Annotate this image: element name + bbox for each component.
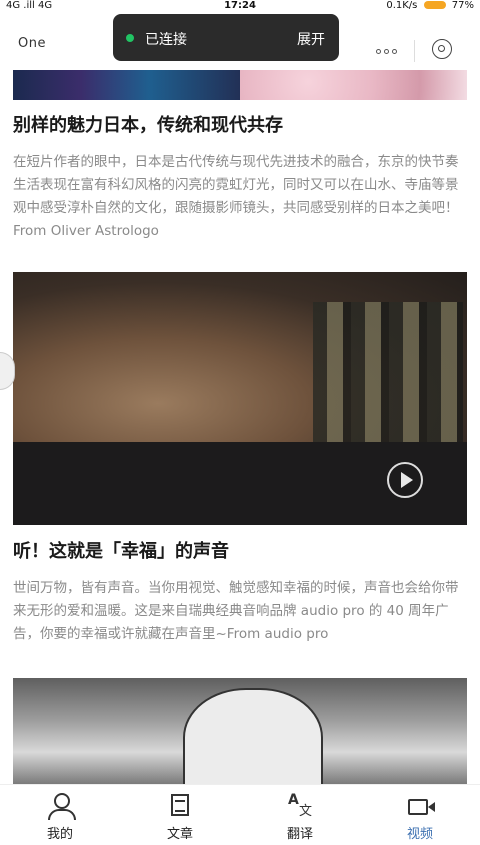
battery-icon: [423, 1, 446, 9]
nav-item-video[interactable]: 视频: [360, 785, 480, 845]
nav-label: 视频: [406, 827, 433, 842]
video-feed[interactable]: 别样的魅力日本，传统和现代共存 在短片作者的眼中，日本是古代传统与现代先进技术的…: [0, 70, 480, 784]
close-target-icon[interactable]: [432, 39, 452, 59]
previous-video-thumbnail[interactable]: [13, 70, 467, 100]
bottom-nav: 我的 文章 翻译 视频: [0, 784, 480, 845]
play-icon[interactable]: [387, 462, 423, 498]
person-icon: [44, 791, 76, 820]
video-thumbnail[interactable]: [13, 678, 467, 784]
expand-button[interactable]: 展开: [297, 29, 325, 49]
video-icon: [404, 791, 436, 819]
nav-item-articles[interactable]: 文章: [120, 785, 240, 845]
connection-toast: 已连接 展开: [113, 14, 339, 61]
status-right: 0.1K/s 77%: [386, 0, 474, 12]
video-scene: [183, 688, 323, 784]
article-description: 在短片作者的眼中，日本是古代传统与现代先进技术的融合，东京的快节奏生活表现在富有…: [13, 154, 459, 239]
connected-dot-icon: [126, 34, 134, 42]
more-icon[interactable]: [376, 48, 398, 54]
article-title[interactable]: 听！这就是「幸福」的声音: [13, 540, 467, 564]
article-title[interactable]: 别样的魅力日本，传统和现代共存: [13, 114, 467, 138]
app-logo: One: [18, 36, 46, 51]
status-bar: 4G .ill 4G 17:24 0.1K/s 77%: [0, 0, 480, 12]
nav-label: 翻译: [286, 827, 313, 842]
net-speed: 0.1K/s: [386, 0, 418, 11]
battery-level: 77%: [451, 0, 474, 11]
thumbnail-blossom-image: [240, 70, 467, 100]
video-thumbnail[interactable]: [13, 272, 467, 525]
article-icon: [164, 791, 196, 819]
nav-item-translate[interactable]: 翻译: [240, 785, 360, 845]
nav-label: 我的: [46, 827, 73, 842]
nav-item-mine[interactable]: 我的: [0, 785, 120, 845]
translate-icon: [284, 791, 316, 819]
header-divider: [414, 40, 415, 62]
thumbnail-city-image: [13, 70, 240, 100]
connection-status: 已连接: [145, 32, 187, 48]
nav-label: 文章: [166, 827, 193, 842]
article-description: 世间万物，皆有声音。当你用视觉、触觉感知幸福的时候，声音也会给你带来无形的爱和温…: [13, 580, 459, 642]
